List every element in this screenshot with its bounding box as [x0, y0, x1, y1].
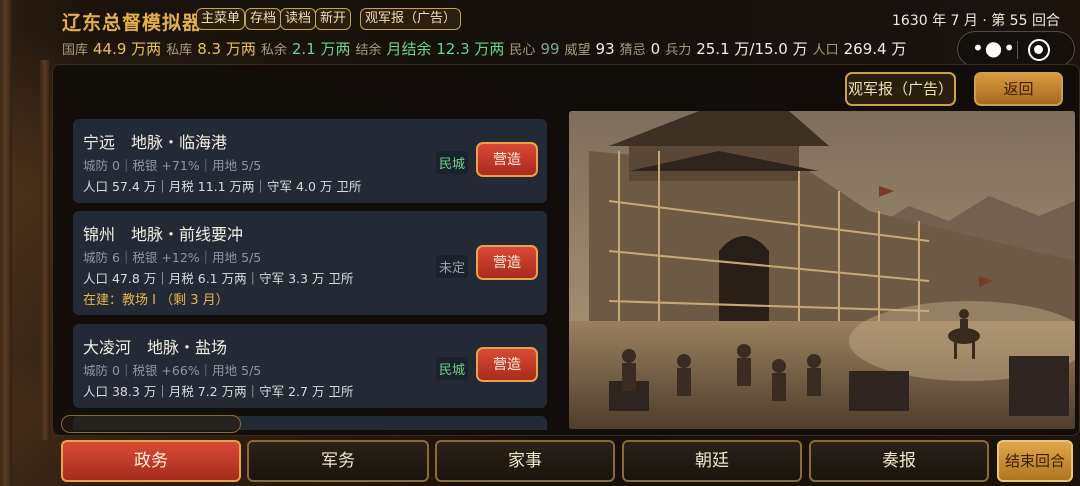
stat-value-siyu: 2.1 万两	[291, 40, 351, 58]
stat-label-siyu: 私余	[260, 43, 287, 58]
save-button[interactable]: 存档	[245, 8, 282, 30]
stat-label-bingli: 兵力	[665, 43, 692, 58]
more-icon[interactable]: •●•	[972, 36, 1016, 60]
build-button[interactable]: 营造	[476, 142, 538, 177]
city-defense-line: 城防 0｜税银 +71%｜用地 5/5	[83, 158, 262, 173]
bottom-tab-bar: 政务 军务 家事 朝廷 奏报 结束回合	[0, 436, 1080, 486]
tab-politics[interactable]: 政务	[61, 440, 241, 482]
stat-value-caiji: 0	[650, 40, 661, 58]
city-population-line: 人口 47.8 万｜月税 6.1 万两｜守军 3.3 万 卫所	[83, 271, 354, 286]
stats-bar: 国库 44.9 万两 私库 8.3 万两 私余 2.1 万两 结余 月结余 12…	[62, 38, 911, 60]
end-turn-button[interactable]: 结束回合	[997, 440, 1073, 482]
load-button[interactable]: 读档	[280, 8, 317, 30]
fortress-construction-image	[569, 111, 1075, 429]
stat-value-renkou: 269.4 万	[843, 40, 907, 58]
stat-value-guoku: 44.9 万两	[93, 40, 162, 58]
city-defense-line: 城防 6｜税银 +12%｜用地 5/5	[83, 250, 262, 265]
stat-value-minxin: 99	[540, 40, 560, 58]
stat-value-jieyu: 月结余 12.3 万两	[386, 40, 505, 58]
top-bar: 辽东总督模拟器 主菜单 存档 读档 新开 观军报（广告） 1630 年 7 月 …	[0, 0, 1080, 67]
capsule-divider	[1017, 41, 1018, 59]
city-defense-line: 城防 0｜税银 +66%｜用地 5/5	[83, 363, 262, 378]
watch-ad-button[interactable]: 观军报（广告）	[360, 8, 462, 30]
stat-label-siku: 私库	[166, 43, 193, 58]
build-button[interactable]: 营造	[476, 245, 538, 280]
date-turn: 1630 年 7 月 · 第 55 回合	[892, 13, 1060, 29]
stat-label-weiwang: 威望	[564, 43, 591, 58]
city-status-badge: 民城	[436, 357, 469, 380]
new-game-button[interactable]: 新开	[315, 8, 352, 30]
city-construction-status: 在建：教场 Ⅰ （剩 3 月）	[83, 293, 229, 308]
city-status-badge: 未定	[436, 255, 469, 278]
stat-label-caiji: 猜忌	[619, 43, 646, 58]
list-scrollbar[interactable]	[61, 415, 241, 433]
stat-label-jieyu: 结余	[355, 43, 382, 58]
city-population-line: 人口 38.3 万｜月税 7.2 万两｜守军 2.7 万 卫所	[83, 384, 354, 399]
app-title: 辽东总督模拟器	[62, 12, 203, 34]
tab-memorial[interactable]: 奏报	[809, 440, 989, 482]
city-name: 大凌河 地脉・盐场	[83, 338, 228, 357]
stat-value-weiwang: 93	[595, 40, 615, 58]
build-button[interactable]: 营造	[476, 347, 538, 382]
stat-label-minxin: 民心	[509, 43, 536, 58]
tab-military[interactable]: 军务	[247, 440, 429, 482]
city-name: 锦州 地脉・前线要冲	[83, 225, 244, 244]
stat-label-renkou: 人口	[812, 43, 839, 58]
stat-value-siku: 8.3 万两	[197, 40, 256, 58]
miniprogram-capsule: •●•	[957, 31, 1075, 67]
watch-ad-panel-button[interactable]: 观军报（广告）	[845, 72, 956, 106]
city-name: 宁远 地脉・临海港	[83, 133, 228, 152]
tab-family[interactable]: 家事	[435, 440, 615, 482]
main-menu-button[interactable]: 主菜单	[196, 8, 246, 30]
wood-pillar	[0, 0, 12, 486]
wood-pillar	[40, 60, 50, 440]
back-button[interactable]: 返回	[974, 72, 1063, 106]
stat-value-bingli: 25.1 万/15.0 万	[696, 40, 808, 58]
city-status-badge: 民城	[436, 151, 469, 174]
close-target-icon[interactable]	[1028, 39, 1050, 61]
tab-court[interactable]: 朝廷	[622, 440, 802, 482]
stat-label-guoku: 国库	[62, 43, 89, 58]
construction-illustration	[569, 111, 1075, 429]
city-population-line: 人口 57.4 万｜月税 11.1 万两｜守军 4.0 万 卫所	[83, 179, 362, 194]
